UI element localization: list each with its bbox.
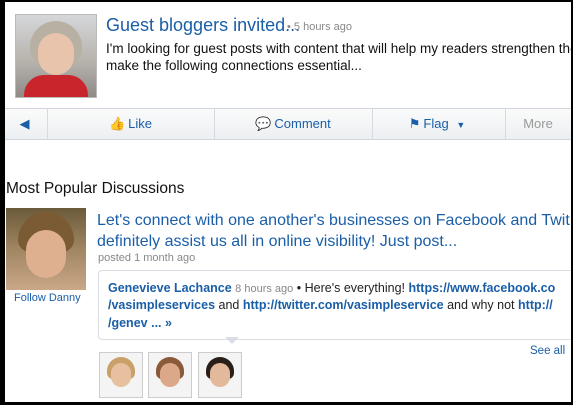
flag-button[interactable]: ⚑ Flag ▼ (372, 109, 506, 139)
follow-link[interactable]: Follow Danny (14, 292, 81, 304)
comment-and-text: and (218, 298, 240, 312)
discussion-title-line2: definitely assist us all in online visib… (97, 233, 458, 250)
comment-pointer (225, 337, 239, 344)
comment-link-facebook[interactable]: https://www.facebook.co (408, 281, 555, 295)
post-excerpt-line1: I'm looking for guest posts with content… (106, 41, 571, 56)
comment-link-twitter[interactable]: http://twitter.com/vasimpleservice (243, 298, 444, 312)
post-title-link[interactable]: Guest bloggers invited... (106, 15, 300, 36)
avatar-face (26, 230, 66, 278)
comment-line1: Genevieve Lachance 8 hours ago • Here's … (108, 281, 555, 295)
speech-bubble-icon: 💬 (255, 116, 272, 131)
avatar-face (111, 363, 131, 387)
comment-link-vasimpleservices[interactable]: /vasimpleservices (108, 298, 215, 312)
participant-avatar[interactable] (99, 352, 143, 398)
more-label: More (523, 116, 553, 131)
comment-bullet: • (296, 281, 302, 295)
triangle-left-icon: ◀ (19, 116, 30, 131)
avatar-shoulders (24, 75, 88, 97)
comment-time: 8 hours ago (235, 283, 294, 295)
discussion-author-avatar[interactable] (6, 208, 86, 290)
author-avatar[interactable] (15, 14, 97, 98)
comment-link-genev[interactable]: /genev (108, 316, 148, 330)
participant-avatar[interactable] (148, 352, 192, 398)
discussion-title-link[interactable]: Let's connect with one another's busines… (97, 210, 571, 252)
post-card: Guest bloggers invited... • 5 hours ago … (5, 2, 571, 107)
thumbs-up-icon: 👍 (108, 116, 126, 131)
avatar-face (38, 33, 74, 75)
post-timestamp: • 5 hours ago (287, 21, 353, 33)
commenter-name-link[interactable]: Genevieve Lachance (108, 281, 232, 295)
section-heading: Most Popular Discussions (6, 180, 185, 197)
comment-line2: /vasimpleservices and http://twitter.com… (108, 298, 553, 312)
comment-text-why-not: and why not (447, 298, 515, 312)
comment-line3: /genev ... » (108, 316, 172, 330)
comment-button[interactable]: 💬 Comment (214, 109, 373, 139)
more-button[interactable]: More (505, 109, 571, 139)
like-label: Like (128, 116, 153, 131)
avatar-face (210, 363, 230, 387)
activity-feed: Guest bloggers invited... • 5 hours ago … (5, 2, 571, 402)
flag-label: Flag (423, 116, 449, 131)
comment-label: Comment (274, 116, 331, 131)
discussion-title-line1: Let's connect with one another's busines… (97, 212, 570, 229)
post-action-bar: ◀ 👍 Like 💬 Comment ⚑ Flag ▼ More (5, 108, 571, 140)
read-more-link[interactable]: ... » (151, 316, 172, 330)
participant-avatar[interactable] (198, 352, 242, 398)
comment-text: Here's everything! (304, 281, 405, 295)
like-button[interactable]: 👍 Like (47, 109, 215, 139)
caret-down-icon: ▼ (456, 120, 466, 130)
see-all-link[interactable]: See all (530, 345, 565, 357)
previous-button[interactable]: ◀ (5, 109, 48, 139)
post-excerpt-line2: make the following connections essential… (106, 58, 362, 73)
discussion-meta: posted 1 month ago (98, 252, 196, 264)
comment-link-http[interactable]: http:// (518, 298, 553, 312)
flag-icon: ⚑ (408, 116, 421, 131)
latest-comment-box: Genevieve Lachance 8 hours ago • Here's … (98, 270, 571, 340)
post-excerpt: I'm looking for guest posts with content… (106, 40, 571, 74)
avatar-face (160, 363, 180, 387)
